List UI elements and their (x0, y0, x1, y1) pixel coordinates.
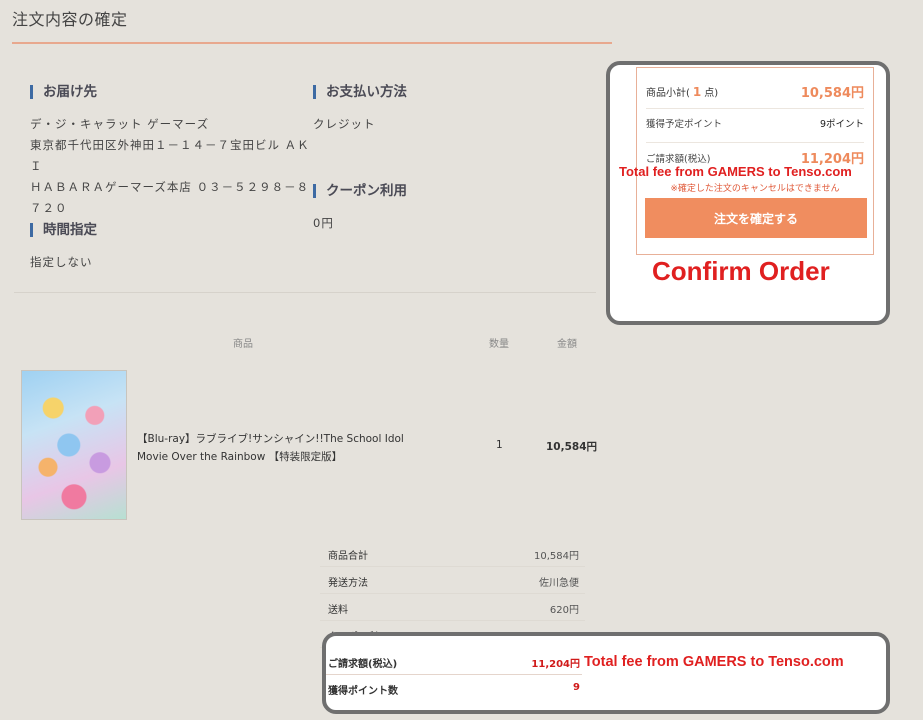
product-qty: 1 (496, 439, 503, 451)
delivery-address: デ・ジ・キャラット ゲーマーズ 東京都千代田区外神田１－１４－７宝田ビル ＡＫＩ… (30, 114, 310, 219)
annotation-total-fee: Total fee from GAMERS to Tenso.com (619, 164, 852, 179)
section-divider (14, 292, 596, 293)
delivery-address-line: 東京都千代田区外神田１－１４－７宝田ビル ＡＫＩ (30, 138, 310, 173)
summary-row-shipping-method: 発送方法 佐川急便 (320, 567, 585, 594)
panel-points-label: 獲得予定ポイント (646, 119, 723, 130)
coupon-heading: クーポン利用 (313, 184, 407, 198)
col-header-qty: 数量 (489, 339, 509, 350)
panel-cancel-note: ※確定した注文のキャンセルはできません (670, 184, 840, 194)
product-thumbnail[interactable] (21, 370, 127, 520)
page-title: 注文内容の確定 (12, 10, 128, 29)
summary-total-value: 11,204円 (531, 659, 580, 670)
summary-label: ご請求額(税込) (328, 659, 398, 670)
col-header-amount: 金額 (557, 339, 577, 350)
panel-subtotal-value: 10,584円 (800, 86, 864, 101)
panel-points-value: 9ポイント (819, 119, 864, 130)
panel-subtotal-label: 商品小計(1 点) (646, 84, 718, 99)
summary-label: 送料 (328, 605, 348, 616)
coupon-value: 0円 (313, 216, 334, 230)
annotation-total-fee-bottom: Total fee from GAMERS to Tenso.com (584, 654, 844, 670)
delivery-heading: お届け先 (30, 85, 97, 99)
summary-value: 10,584円 (534, 551, 579, 562)
panel-subtotal-count: 1 (692, 85, 702, 99)
panel-subtotal-unit: 点) (704, 88, 719, 99)
panel-points-row: 獲得予定ポイント 9ポイント (646, 114, 864, 134)
order-confirm-panel: 商品小計(1 点) 10,584円 獲得予定ポイント 9ポイント ご請求額(税込)… (636, 67, 874, 255)
summary-row-subtotal: 商品合計 10,584円 (320, 540, 585, 567)
confirm-order-button[interactable]: 注文を確定する (645, 198, 867, 238)
summary-label: 発送方法 (328, 578, 368, 589)
title-divider (12, 42, 612, 44)
time-value: 指定しない (30, 255, 93, 269)
annotation-confirm-order: Confirm Order (652, 256, 830, 286)
payment-heading: お支払い方法 (313, 85, 407, 99)
summary-label: 獲得ポイント数 (328, 686, 398, 697)
delivery-address-line: ７２０ (30, 201, 68, 215)
summary-row-points: 獲得ポイント数 9 (326, 675, 582, 701)
panel-divider (646, 108, 864, 109)
summary-value: 佐川急便 (539, 578, 579, 589)
delivery-address-line: デ・ジ・キャラット ゲーマーズ (30, 117, 210, 131)
col-header-product: 商品 (233, 339, 253, 350)
payment-value: クレジット (313, 117, 376, 131)
time-heading: 時間指定 (30, 223, 97, 237)
summary-row-shipping-fee: 送料 620円 (320, 594, 585, 621)
delivery-address-line: ＨＡＢＡＲＡゲーマーズ本店 ０３－５２９８－８ (30, 180, 310, 194)
panel-subtotal-row: 商品小計(1 点) 10,584円 (646, 82, 864, 106)
summary-value: 620円 (549, 605, 579, 616)
panel-total-label: ご請求額(税込) (646, 154, 711, 165)
product-title[interactable]: 【Blu-ray】ラブライブ!サンシャイン!!The School Idol M… (137, 430, 437, 466)
summary-row-total: ご請求額(税込) 11,204円 (326, 648, 582, 675)
product-title-line: Movie Over the Rainbow 【特装限定版】 (137, 451, 343, 463)
product-amount: 10,584円 (546, 441, 598, 453)
summary-label: 商品合計 (328, 551, 368, 562)
product-title-line: 【Blu-ray】ラブライブ!サンシャイン!!The School Idol (137, 433, 404, 445)
panel-subtotal-label-text: 商品小計( (646, 88, 690, 99)
panel-divider (646, 142, 864, 143)
summary-points-value: 9 (573, 682, 580, 693)
